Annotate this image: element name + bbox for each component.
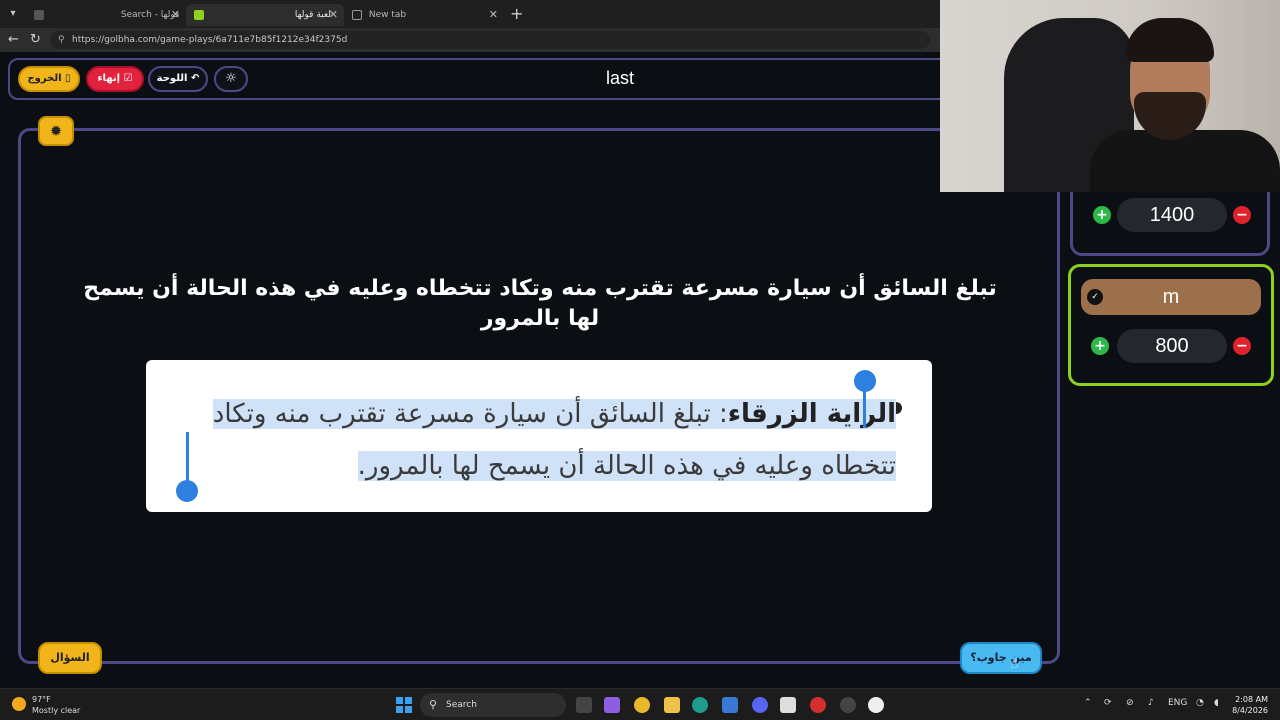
question-text: تبلغ السائق أن سيارة مسرعة تقترب منه وتك… — [83, 276, 997, 331]
search-label: Search — [446, 700, 477, 710]
team-score: 1400 — [1117, 198, 1227, 232]
subtract-points-icon[interactable]: − — [1233, 337, 1251, 355]
close-icon[interactable]: ✕ — [329, 4, 338, 26]
url-field[interactable]: ⚲ https://golbha.com/game-plays/6a711e7b… — [50, 31, 930, 49]
clock-time: 2:08 AM — [1235, 695, 1268, 704]
back-arrow-icon[interactable]: ← — [8, 32, 19, 48]
taskbar-search[interactable]: ⚲ Search — [420, 693, 566, 717]
add-points-icon[interactable]: + — [1093, 206, 1111, 224]
volume-icon[interactable]: ◖ — [1214, 698, 1219, 708]
browser-tab-active[interactable]: لعبة قولها ✕ — [186, 4, 344, 26]
selection-handle-end[interactable] — [176, 480, 198, 502]
webcam-overlay — [940, 0, 1280, 192]
site-info-icon[interactable]: ⚲ — [58, 31, 65, 49]
sync-icon[interactable]: ⟳ — [1104, 698, 1112, 708]
bug-icon: ✹ — [49, 122, 63, 140]
hand-cursor-icon: ☝ — [1010, 656, 1019, 672]
webcam-person-body — [1090, 130, 1280, 192]
chrome-icon[interactable] — [634, 697, 650, 713]
reload-icon[interactable]: ↻ — [30, 32, 41, 48]
search-icon: ⚲ — [429, 698, 438, 711]
file-explorer-icon[interactable] — [664, 697, 680, 713]
new-tab-plus-icon[interactable]: + — [510, 4, 523, 24]
browser-address-bar: ← ↻ ⚲ https://golbha.com/game-plays/6a71… — [0, 28, 940, 52]
answer-separator: : — [710, 399, 728, 429]
discord-icon[interactable] — [752, 697, 768, 713]
tab-label: لعبة قولها — [294, 10, 331, 20]
report-bug-button[interactable]: ✹ — [38, 116, 74, 146]
tab-search-menu-icon[interactable]: ▾ — [4, 6, 22, 22]
url-text: https://golbha.com/game-plays/6a711e7b85… — [72, 35, 348, 45]
moon-weather-icon — [12, 697, 26, 711]
board-button[interactable]: اللوحة ↶ — [148, 66, 208, 92]
capcut-icon[interactable] — [810, 697, 826, 713]
page-icon — [352, 9, 362, 20]
clipboard-check-icon: ☑ — [123, 73, 133, 84]
settings-gear-icon[interactable] — [868, 697, 884, 713]
chevron-up-icon[interactable]: ⌃ — [1084, 698, 1092, 708]
exit-label: الخروج — [27, 73, 62, 84]
answer-card: الراية الزرقاء: تبلغ السائق أن سيارة مسر… — [146, 360, 932, 512]
site-favicon-icon — [194, 9, 204, 20]
mute-icon[interactable]: ⊘ — [1126, 698, 1134, 708]
start-button-icon[interactable] — [396, 697, 412, 713]
who-answered-button[interactable]: مين جاوب؟ — [960, 642, 1042, 674]
app-icon[interactable] — [780, 697, 796, 713]
weather-desc: Mostly clear — [32, 706, 81, 715]
end-game-button[interactable]: إنهاء ☑ — [86, 66, 144, 92]
language-indicator[interactable]: ENG — [1168, 698, 1187, 708]
board-label: اللوحة — [156, 73, 188, 84]
add-points-icon[interactable]: + — [1091, 337, 1109, 355]
team-card-active: m ✓ + 800 − — [1068, 264, 1274, 386]
close-icon[interactable]: ✕ — [489, 4, 498, 26]
edge-icon[interactable] — [692, 697, 708, 713]
door-icon: ▯ — [65, 73, 71, 84]
exit-button[interactable]: الخروج ▯ — [18, 66, 80, 92]
browser-tab[interactable]: New tab ✕ — [344, 4, 504, 26]
copilot-icon[interactable] — [604, 697, 620, 713]
game-title: last — [605, 68, 634, 88]
weather-temp: 97°F — [32, 695, 51, 704]
sun-icon: ☼ — [225, 71, 237, 86]
answer-text: الراية الزرقاء: تبلغ السائق أن سيارة مسر… — [176, 388, 896, 492]
tab-label: New tab — [368, 10, 407, 20]
team-name: m — [1081, 279, 1261, 315]
store-icon[interactable] — [722, 697, 738, 713]
selection-handle-start[interactable] — [854, 370, 876, 392]
check-icon: ✓ — [1087, 289, 1103, 305]
search-icon — [34, 9, 44, 20]
task-view-icon[interactable] — [576, 697, 592, 713]
browser-tab-bar: ▾ Search - قولها ✕ لعبة قولها ✕ New tab … — [0, 0, 940, 28]
selection-caret — [186, 432, 189, 484]
undo-arrow-icon: ↶ — [190, 73, 200, 84]
clock[interactable]: 2:08 AM 8/4/2026 — [1228, 694, 1268, 716]
browser-tab[interactable]: Search - قولها ✕ — [26, 4, 186, 26]
clock-date: 8/4/2026 — [1232, 706, 1268, 715]
answer-term: الراية الزرقاء — [727, 399, 896, 429]
subtract-points-icon[interactable]: − — [1233, 206, 1251, 224]
obs-icon[interactable] — [840, 697, 856, 713]
windows-taskbar: 97°F Mostly clear ⚲ Search ⌃ ⟳ ⊘ ♪ ENG ◔… — [0, 688, 1280, 720]
close-icon[interactable]: ✕ — [171, 4, 180, 26]
end-label: إنهاء — [97, 73, 121, 84]
team-score: 800 — [1117, 329, 1227, 363]
screen: ▾ Search - قولها ✕ لعبة قولها ✕ New tab … — [0, 0, 1280, 720]
microphone-icon[interactable]: ♪ — [1148, 698, 1154, 708]
wifi-icon[interactable]: ◔ — [1196, 698, 1204, 708]
show-question-button[interactable]: السؤال — [38, 642, 102, 674]
theme-toggle-button[interactable]: ☼ — [214, 66, 248, 92]
